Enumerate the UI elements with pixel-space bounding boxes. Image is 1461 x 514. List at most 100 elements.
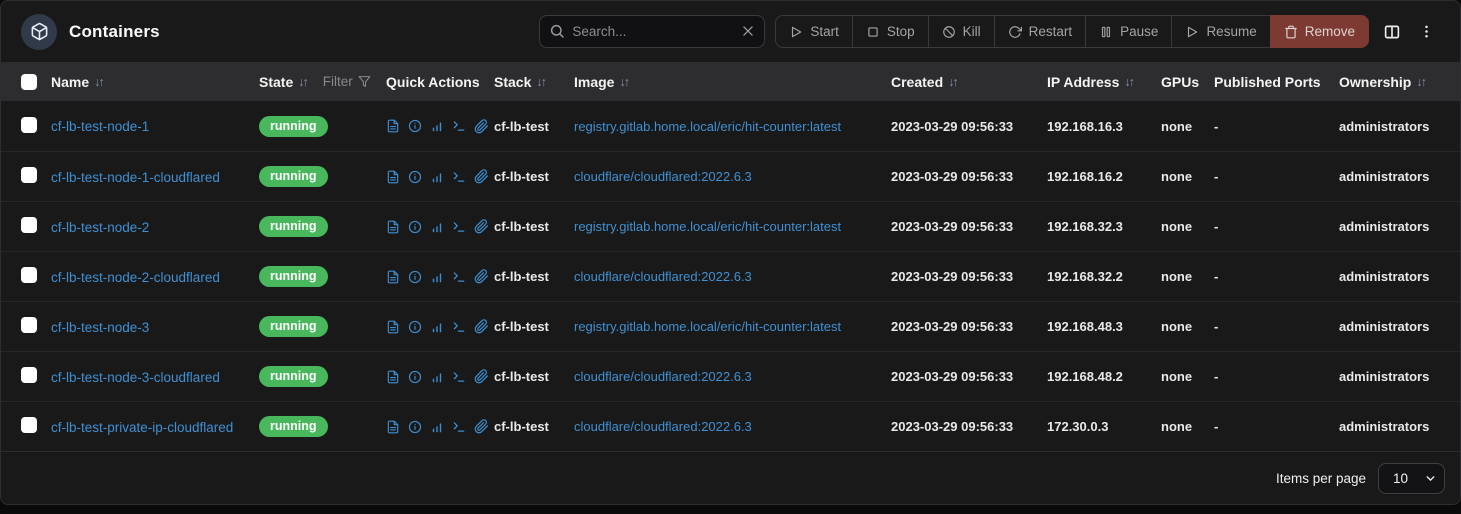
column-header-published-ports: Published Ports xyxy=(1214,74,1339,90)
attach-icon[interactable] xyxy=(474,169,489,184)
stats-icon[interactable] xyxy=(430,320,444,334)
resume-button[interactable]: Resume xyxy=(1171,15,1270,48)
table-footer: Items per page 10 xyxy=(1,451,1460,505)
attach-icon[interactable] xyxy=(474,269,489,284)
restart-button[interactable]: Restart xyxy=(994,15,1087,48)
inspect-icon[interactable] xyxy=(408,119,422,133)
logs-icon[interactable] xyxy=(386,170,400,184)
image-link[interactable]: registry.gitlab.home.local/eric/hit-coun… xyxy=(574,119,841,134)
column-header-name[interactable]: Name ↓↑ xyxy=(51,74,259,90)
columns-settings-icon[interactable] xyxy=(1379,19,1405,45)
kill-button[interactable]: Kill xyxy=(928,15,995,48)
container-name-link[interactable]: cf-lb-test-node-1 xyxy=(51,119,149,134)
console-icon[interactable] xyxy=(452,320,466,334)
image-link[interactable]: cloudflare/cloudflared:2022.6.3 xyxy=(574,169,752,184)
attach-icon[interactable] xyxy=(474,119,489,134)
remove-button[interactable]: Remove xyxy=(1270,15,1369,48)
stop-button[interactable]: Stop xyxy=(852,15,929,48)
ownership-cell: administrators xyxy=(1339,119,1460,134)
stack-cell: cf-lb-test xyxy=(494,119,574,134)
inspect-icon[interactable] xyxy=(408,320,422,334)
container-name-link[interactable]: cf-lb-test-node-3-cloudflared xyxy=(51,370,220,385)
row-checkbox[interactable] xyxy=(21,417,37,433)
column-header-quick-actions: Quick Actions xyxy=(386,74,494,90)
logs-icon[interactable] xyxy=(386,320,400,334)
kebab-menu-icon[interactable] xyxy=(1415,19,1438,44)
container-name-link[interactable]: cf-lb-test-node-2-cloudflared xyxy=(51,270,220,285)
stack-cell: cf-lb-test xyxy=(494,219,574,234)
sort-icon[interactable]: ↓↑ xyxy=(619,75,630,89)
column-header-ip-address[interactable]: IP Address ↓↑ xyxy=(1047,74,1161,90)
row-checkbox[interactable] xyxy=(21,267,37,283)
console-icon[interactable] xyxy=(452,420,466,434)
stats-icon[interactable] xyxy=(430,270,444,284)
ban-icon xyxy=(942,25,956,39)
inspect-icon[interactable] xyxy=(408,170,422,184)
stats-icon[interactable] xyxy=(430,119,444,133)
row-checkbox[interactable] xyxy=(21,167,37,183)
published-ports-cell: - xyxy=(1214,219,1339,234)
sort-icon[interactable]: ↓↑ xyxy=(94,75,105,89)
attach-icon[interactable] xyxy=(474,369,489,384)
ip-address-cell: 192.168.16.2 xyxy=(1047,169,1161,184)
console-icon[interactable] xyxy=(452,270,466,284)
items-per-page-label: Items per page xyxy=(1276,471,1366,486)
inspect-icon[interactable] xyxy=(408,370,422,384)
console-icon[interactable] xyxy=(452,370,466,384)
logs-icon[interactable] xyxy=(386,119,400,133)
state-filter[interactable]: Filter xyxy=(323,74,371,89)
created-cell: 2023-03-29 09:56:33 xyxy=(891,169,1047,184)
pause-button[interactable]: Pause xyxy=(1085,15,1172,48)
column-header-ownership[interactable]: Ownership ↓↑ xyxy=(1339,74,1460,90)
ip-address-cell: 192.168.48.2 xyxy=(1047,369,1161,384)
clear-search-icon[interactable] xyxy=(741,24,755,38)
page-size-select[interactable]: 10 xyxy=(1378,463,1445,494)
attach-icon[interactable] xyxy=(474,419,489,434)
ownership-cell: administrators xyxy=(1339,269,1460,284)
attach-icon[interactable] xyxy=(474,319,489,334)
gpus-cell: none xyxy=(1161,219,1214,234)
inspect-icon[interactable] xyxy=(408,220,422,234)
stats-icon[interactable] xyxy=(430,220,444,234)
container-name-link[interactable]: cf-lb-test-node-1-cloudflared xyxy=(51,170,220,185)
logs-icon[interactable] xyxy=(386,270,400,284)
logs-icon[interactable] xyxy=(386,370,400,384)
console-icon[interactable] xyxy=(452,220,466,234)
image-link[interactable]: cloudflare/cloudflared:2022.6.3 xyxy=(574,419,752,434)
column-header-stack[interactable]: Stack ↓↑ xyxy=(494,74,574,90)
image-link[interactable]: registry.gitlab.home.local/eric/hit-coun… xyxy=(574,219,841,234)
sort-icon[interactable]: ↓↑ xyxy=(1416,75,1427,89)
container-name-link[interactable]: cf-lb-test-node-3 xyxy=(51,320,149,335)
image-link[interactable]: cloudflare/cloudflared:2022.6.3 xyxy=(574,369,752,384)
row-checkbox[interactable] xyxy=(21,117,37,133)
sort-icon[interactable]: ↓↑ xyxy=(536,75,547,89)
column-header-state[interactable]: State ↓↑ Filter xyxy=(259,74,386,90)
column-header-image[interactable]: Image ↓↑ xyxy=(574,74,891,90)
sort-icon[interactable]: ↓↑ xyxy=(1124,75,1135,89)
stats-icon[interactable] xyxy=(430,420,444,434)
column-header-created[interactable]: Created ↓↑ xyxy=(891,74,1047,90)
inspect-icon[interactable] xyxy=(408,420,422,434)
container-name-link[interactable]: cf-lb-test-node-2 xyxy=(51,220,149,235)
inspect-icon[interactable] xyxy=(408,270,422,284)
row-checkbox[interactable] xyxy=(21,217,37,233)
stats-icon[interactable] xyxy=(430,370,444,384)
table-row: cf-lb-test-node-1 running cf-lb-test reg… xyxy=(1,101,1460,151)
stats-icon[interactable] xyxy=(430,170,444,184)
sort-icon[interactable]: ↓↑ xyxy=(298,75,309,89)
sort-icon[interactable]: ↓↑ xyxy=(948,75,959,89)
attach-icon[interactable] xyxy=(474,219,489,234)
console-icon[interactable] xyxy=(452,119,466,133)
console-icon[interactable] xyxy=(452,170,466,184)
start-button[interactable]: Start xyxy=(775,15,853,48)
image-link[interactable]: cloudflare/cloudflared:2022.6.3 xyxy=(574,269,752,284)
select-all-checkbox[interactable] xyxy=(21,74,37,90)
created-cell: 2023-03-29 09:56:33 xyxy=(891,119,1047,134)
logs-icon[interactable] xyxy=(386,220,400,234)
row-checkbox[interactable] xyxy=(21,367,37,383)
image-link[interactable]: registry.gitlab.home.local/eric/hit-coun… xyxy=(574,319,841,334)
search-input[interactable] xyxy=(539,15,765,48)
row-checkbox[interactable] xyxy=(21,317,37,333)
container-name-link[interactable]: cf-lb-test-private-ip-cloudflared xyxy=(51,420,233,435)
logs-icon[interactable] xyxy=(386,420,400,434)
